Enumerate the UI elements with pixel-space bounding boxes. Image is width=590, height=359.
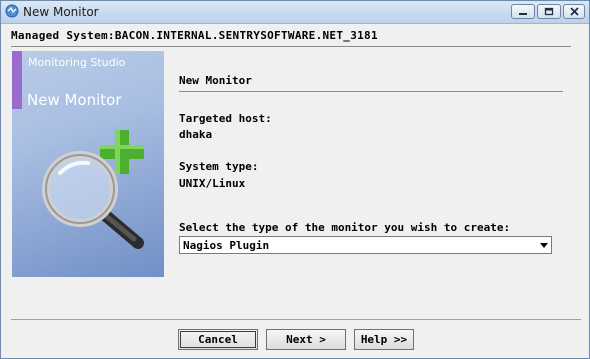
dialog-window: New Monitor Managed System:BACON.INTERNA… [0, 0, 590, 359]
monitor-type-label: Select the type of the monitor you wish … [179, 221, 511, 234]
divider [11, 319, 581, 320]
system-type-label: System type: [179, 160, 259, 173]
title-bar[interactable]: New Monitor [1, 1, 589, 24]
targeted-host-label: Targeted host: [179, 112, 272, 125]
managed-system-label: Managed System:BACON.INTERNAL.SENTRYSOFT… [11, 29, 378, 42]
banner-title: New Monitor [27, 91, 122, 109]
system-type-value: UNIX/Linux [179, 177, 246, 190]
minimize-button[interactable] [511, 4, 535, 19]
monitor-type-select[interactable]: Nagios Plugin [179, 236, 552, 254]
maximize-button[interactable] [537, 4, 561, 19]
magnifier-plus-icon [42, 130, 144, 249]
divider [179, 91, 563, 92]
app-icon [5, 4, 19, 18]
minimize-icon [519, 12, 527, 15]
banner-accent [12, 51, 22, 109]
monitor-type-selected: Nagios Plugin [183, 239, 270, 252]
maximize-icon [544, 7, 554, 16]
targeted-host-value: dhaka [179, 128, 213, 141]
form-heading: New Monitor [179, 74, 252, 87]
window-title: New Monitor [23, 5, 99, 19]
dropdown-arrow-icon[interactable] [536, 237, 551, 253]
wizard-banner: Monitoring Studio New Monitor [12, 51, 164, 277]
close-icon [569, 7, 579, 16]
divider [11, 46, 571, 47]
banner-product-name: Monitoring Studio [28, 56, 126, 69]
close-button[interactable] [563, 4, 585, 19]
cancel-button[interactable]: Cancel [178, 329, 258, 350]
help-button[interactable]: Help >> [354, 329, 414, 350]
next-button[interactable]: Next > [266, 329, 346, 350]
